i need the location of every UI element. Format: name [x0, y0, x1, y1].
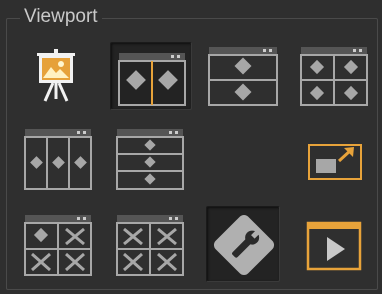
play-viewport-button[interactable]	[302, 216, 364, 272]
layout-mixed-button[interactable]	[20, 212, 94, 278]
viewport-settings-button[interactable]	[206, 206, 280, 282]
quad-viewport-button[interactable]	[296, 44, 372, 108]
split-vertical-2-button[interactable]	[110, 42, 192, 110]
split-vertical-3-button[interactable]	[20, 126, 94, 192]
split-horizontal-2-button[interactable]	[204, 44, 280, 108]
play-icon	[306, 221, 362, 271]
wrench-icon	[213, 214, 275, 276]
presentation-button[interactable]	[26, 44, 84, 106]
layout-mixed-icon	[24, 215, 92, 276]
two-viewport-horizontal-icon	[208, 47, 278, 106]
split-horizontal-3-button[interactable]	[112, 126, 186, 192]
empty-quad-icon	[116, 215, 184, 276]
empty-quad-button[interactable]	[112, 212, 186, 278]
three-viewport-horizontal-icon	[116, 129, 184, 190]
four-viewport-icon	[300, 47, 368, 106]
three-viewport-vertical-icon	[24, 129, 92, 190]
viewport-group-title: Viewport	[20, 6, 102, 28]
presentation-easel-icon	[37, 49, 75, 102]
export-arrow-icon	[308, 144, 362, 180]
export-viewport-button[interactable]	[304, 140, 364, 182]
two-viewport-vertical-icon	[118, 53, 186, 106]
